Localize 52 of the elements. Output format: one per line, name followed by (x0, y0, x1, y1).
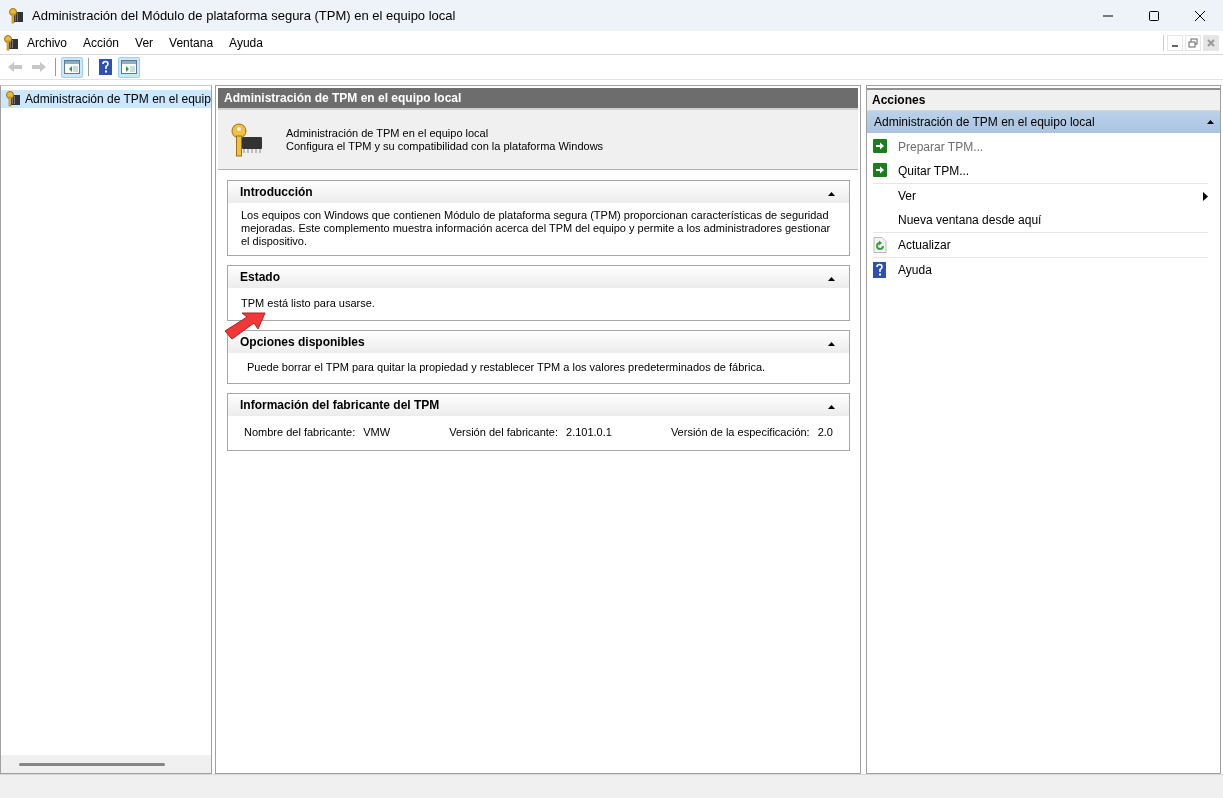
field-value: 2.0 (817, 426, 833, 438)
action-item[interactable]: Nueva ventana desde aquí (898, 213, 1042, 227)
intro-title: Administración de TPM en el equipo local (286, 127, 490, 139)
child-restore-button[interactable] (1185, 34, 1201, 51)
action-item[interactable]: Quitar TPM... (898, 164, 970, 178)
key-icon (3, 34, 19, 51)
pane-header: Acciones (867, 88, 1220, 111)
field-value: 2.101.0.1 (566, 426, 612, 438)
submenu-arrow-icon (1203, 191, 1208, 201)
section-text: Los equipos con Windows que contienen Módulo de plataforma segura (TPM) proporcionan características de seguridad mejoradas. Este complemento muestra información acerca del TPM del equipo y permite a los administradores gestionar el dispositivo. (240, 208, 832, 249)
back-arrow-icon (7, 61, 23, 73)
window-title: Administración del Módulo de plataforma segura (TPM) en el equipo local (32, 8, 457, 23)
section-title: Información del fabricante del TPM (240, 398, 441, 412)
arrow-icon (873, 163, 887, 177)
key-icon (8, 7, 24, 24)
child-close-button[interactable] (1203, 34, 1219, 51)
menu-item[interactable]: Acción (75, 33, 128, 52)
pane-header: Administración de TPM en el equipo local (218, 88, 858, 110)
tree-item[interactable]: Administración de TPM en el equip (1, 90, 211, 108)
field-value: VMW (363, 426, 391, 438)
arrow-icon (873, 139, 887, 153)
refresh-icon (873, 237, 887, 253)
field-label: Versión de la especificación: (670, 426, 810, 438)
section-text: TPM está listo para usarse. (240, 296, 376, 311)
forward-arrow-icon (31, 61, 47, 73)
menu-item[interactable]: Ver (127, 33, 162, 52)
section-text: Puede borrar el TPM para quitar la propiedad y restablecer TPM a los valores predeterminados de fábrica. (246, 360, 767, 375)
action-item[interactable]: Ver (898, 189, 916, 203)
key-icon (5, 91, 21, 107)
field-label: Versión del fabricante: (449, 426, 558, 438)
menu-item[interactable]: Archivo (19, 33, 75, 52)
collapse-arrow-icon (1207, 120, 1214, 124)
minimize-icon (1172, 45, 1178, 47)
field-label: Nombre del fabricante: (244, 426, 356, 438)
help-icon (873, 262, 886, 278)
show-tree-button[interactable] (61, 56, 83, 78)
close-icon (1206, 37, 1216, 48)
action-group-header[interactable]: Administración de TPM en el equipo local (867, 111, 1220, 133)
menu-item[interactable]: Ventana (161, 33, 222, 52)
menu-item[interactable]: Ayuda (221, 33, 271, 52)
section-title: Introducción (240, 185, 314, 199)
show-action-pane-button[interactable] (118, 56, 140, 78)
close-icon (1194, 10, 1206, 21)
scrollbar[interactable] (1, 755, 211, 773)
restore-icon (1188, 37, 1198, 48)
child-minimize-button[interactable] (1167, 34, 1183, 51)
action-item[interactable]: Ayuda (898, 263, 932, 277)
section-title: Estado (240, 270, 281, 284)
section-title: Opciones disponibles (240, 335, 366, 349)
action-item[interactable]: Actualizar (898, 238, 951, 252)
intro-subtitle: Configura el TPM y su compatibilidad con la plataforma Windows (286, 140, 604, 152)
maximize-icon (1148, 10, 1160, 21)
